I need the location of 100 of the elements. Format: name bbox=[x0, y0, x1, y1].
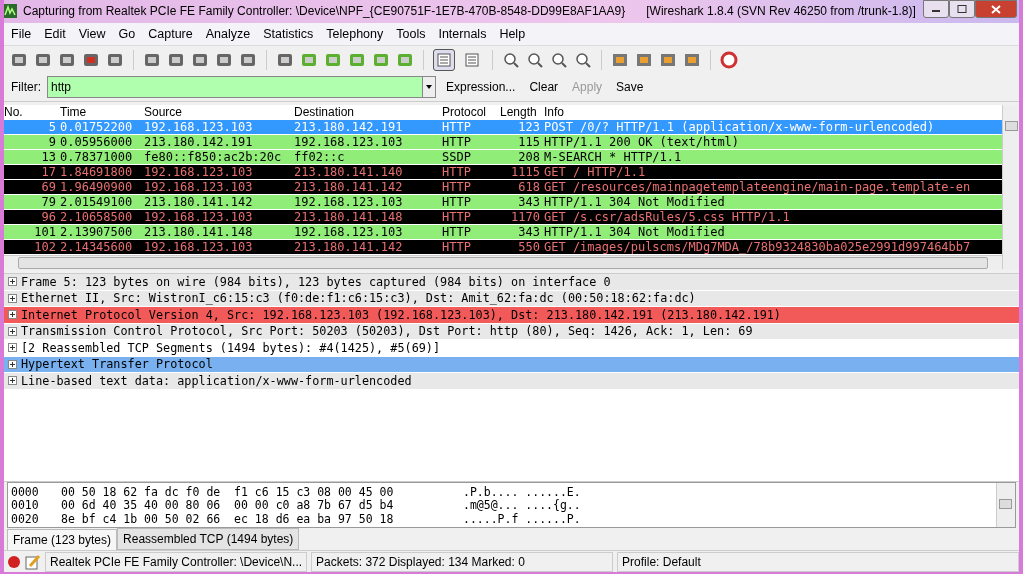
detail-row[interactable]: Internet Protocol Version 4, Src: 192.168.123.103 (192.168.123.103), Dst: 213.180.142.191 (213.180.142.191) bbox=[4, 307, 1019, 324]
table-cell-text: HTTP bbox=[442, 195, 472, 210]
column-header[interactable]: Length bbox=[500, 105, 540, 120]
table-cell-text: HTTP/1.1 304 Not Modified bbox=[543, 225, 725, 240]
window-title: Capturing from Realtek PCIe FE Family Controller: \Device\NPF_{CE90751F-1E7B-470B-8548-DD99E8AF1AA9} bbox=[23, 4, 626, 19]
table-cell-text: 1170 bbox=[510, 210, 540, 225]
table-cell-text: 213.180.142.191 bbox=[294, 120, 404, 135]
column-header[interactable]: Source bbox=[144, 105, 294, 120]
filter-action-button[interactable]: Save bbox=[616, 80, 644, 95]
expand-icon[interactable] bbox=[8, 310, 17, 320]
table-cell-text: 213.180.141.140 bbox=[294, 165, 404, 180]
column-header[interactable]: Destination bbox=[294, 105, 442, 120]
packet-row[interactable]: 9 0.05956000 213.180.142.191 192.168.123.103 HTTP 115 HTTP/1.1 200 OK (text/html) bbox=[4, 135, 1002, 151]
table-cell-text: GET /resources/mainpagetemplateengine/main-page.template-en bbox=[543, 180, 971, 195]
menu-item[interactable]: Capture bbox=[148, 26, 193, 41]
table-cell-text: 343 bbox=[517, 225, 540, 240]
detail-text: Ethernet II, Src: WistronI_c6:15:c3 (f0:de:f1:c6:15:c3), Dst: Amit_62:fa:dc (00:50:18:62:fa:dc) bbox=[21, 291, 696, 306]
menu-item[interactable]: View bbox=[78, 26, 106, 41]
expand-icon[interactable] bbox=[8, 293, 17, 303]
menu-item[interactable]: Help bbox=[499, 26, 526, 41]
byte-tab[interactable]: Frame (123 bytes) bbox=[7, 529, 118, 551]
expand-icon[interactable] bbox=[8, 277, 17, 287]
filter-action-button[interactable]: Expression... bbox=[446, 80, 516, 95]
help-icon[interactable] bbox=[720, 50, 738, 69]
packet-row[interactable]: 102 2.14345600 192.168.123.103 213.180.141.142 HTTP 550 GET /images/pulscms/MDg7MDA_/78b9324830ba025e2991d997464bb7 bbox=[4, 240, 1002, 256]
menu-item[interactable]: Edit bbox=[44, 26, 66, 41]
menu-item[interactable]: Internals bbox=[438, 26, 487, 41]
menu-item[interactable]: Telephony bbox=[326, 26, 384, 41]
table-cell-text: 213.180.141.148 bbox=[294, 210, 404, 225]
byte-tab[interactable]: Reassembled TCP (1494 bytes) bbox=[117, 528, 300, 551]
column-header[interactable]: No. bbox=[4, 105, 56, 120]
filter-action-button[interactable]: Clear bbox=[529, 80, 559, 95]
table-cell-text: 192.168.123.103 bbox=[144, 210, 254, 225]
profile-status[interactable]: Profile: Default bbox=[617, 551, 1019, 572]
table-cell-text: 0.01752200 bbox=[59, 120, 134, 135]
table-cell-text: HTTP bbox=[442, 165, 472, 180]
colorize-button[interactable] bbox=[433, 48, 455, 71]
menu-item[interactable]: Analyze bbox=[205, 26, 251, 41]
menu-item[interactable]: Tools bbox=[396, 26, 426, 41]
table-cell-text: M-SEARCH * HTTP/1.1 bbox=[543, 150, 682, 165]
maximize-button[interactable] bbox=[949, 0, 975, 18]
menu-item[interactable]: Go bbox=[118, 26, 136, 41]
packet-row[interactable]: 69 1.96490900 192.168.123.103 213.180.141.142 HTTP 618 GET /resources/mainpagetemplateengine/main-page.template-en bbox=[4, 180, 1002, 196]
ascii-text: .P.b.... ......E. bbox=[463, 484, 581, 499]
packet-row[interactable]: 17 1.84691800 192.168.123.103 213.180.141.140 HTTP 1115 GET / HTTP/1.1 bbox=[4, 165, 1002, 181]
detail-text: [2 Reassembled TCP Segments (1494 bytes): #4(1425), #5(69)] bbox=[21, 340, 441, 355]
hex-offset: 0010 bbox=[11, 498, 40, 512]
table-cell-text: 101 bbox=[33, 225, 56, 240]
expand-icon[interactable] bbox=[8, 376, 17, 386]
vertical-scrollbar[interactable] bbox=[1002, 105, 1019, 270]
hex-offset: 0000 bbox=[11, 484, 40, 499]
table-cell-text: HTTP bbox=[442, 240, 472, 255]
detail-row[interactable]: Frame 5: 123 bytes on wire (984 bits), 123 bytes captured (984 bits) on interface 0 bbox=[4, 274, 1019, 291]
table-cell-text: SSDP bbox=[442, 150, 472, 165]
zoom-reset-icon[interactable] bbox=[550, 50, 568, 69]
table-cell-text: 213.180.142.191 bbox=[144, 135, 254, 150]
menu-item[interactable]: File bbox=[11, 26, 32, 41]
table-cell-text: 343 bbox=[517, 195, 540, 210]
detail-text: Hypertext Transfer Protocol bbox=[21, 357, 213, 372]
table-cell-text: 192.168.123.103 bbox=[144, 120, 254, 135]
column-header[interactable]: Protocol bbox=[442, 105, 500, 120]
table-cell-text: HTTP bbox=[442, 120, 472, 135]
packet-row[interactable]: 96 2.10658500 192.168.123.103 213.180.141.148 HTTP 1170 GET /s.csr/adsRules/5.css HTTP/1.1 bbox=[4, 210, 1002, 226]
table-cell-text: 115 bbox=[517, 135, 540, 150]
table-cell-text: 69 bbox=[40, 180, 56, 195]
table-cell-text: 2.01549100 bbox=[59, 195, 134, 210]
column-header[interactable]: Info bbox=[540, 105, 564, 120]
packet-row[interactable]: 101 2.13907500 213.180.141.148 192.168.123.103 HTTP 343 HTTP/1.1 304 Not Modified bbox=[4, 225, 1002, 241]
horizontal-scrollbar[interactable] bbox=[4, 255, 1002, 271]
expand-icon[interactable] bbox=[8, 359, 17, 369]
detail-text: Frame 5: 123 bytes on wire (984 bits), 123 bytes captured (984 bits) on interface 0 bbox=[21, 274, 611, 289]
table-cell-text: 213.180.141.142 bbox=[294, 180, 404, 195]
vertical-scrollbar[interactable] bbox=[996, 482, 1015, 528]
table-cell-text: 213.180.141.142 bbox=[144, 195, 254, 210]
table-cell-text: 102 bbox=[33, 240, 56, 255]
table-cell-text: 192.168.123.103 bbox=[294, 195, 404, 210]
table-cell-text: GET /images/pulscms/MDg7MDA_/78b9324830ba025e2991d997464bb7 bbox=[543, 240, 971, 255]
filter-field[interactable]: http bbox=[47, 76, 436, 99]
maximize-icon bbox=[957, 5, 967, 13]
minimize-button[interactable] bbox=[923, 0, 949, 18]
table-cell-text: 192.168.123.103 bbox=[294, 225, 404, 240]
expand-icon[interactable] bbox=[8, 326, 17, 336]
detail-row[interactable]: Line-based text data: application/x-www-form-urlencoded bbox=[4, 373, 1019, 390]
dropdown-icon[interactable] bbox=[422, 77, 435, 98]
menu-item[interactable]: Statistics bbox=[263, 26, 314, 41]
table-cell-text: 2.14345600 bbox=[59, 240, 134, 255]
packet-row[interactable]: 79 2.01549100 213.180.141.142 192.168.123.103 HTTP 343 HTTP/1.1 304 Not Modified bbox=[4, 195, 1002, 211]
expand-icon[interactable] bbox=[8, 343, 17, 353]
table-cell-text: HTTP bbox=[442, 135, 472, 150]
zoom-out-icon[interactable] bbox=[526, 50, 544, 69]
hex-offset: 0020 bbox=[11, 511, 40, 526]
zoom-in-icon[interactable] bbox=[502, 50, 520, 69]
close-button[interactable] bbox=[975, 0, 1017, 18]
filter-label: Filter: bbox=[11, 80, 41, 95]
packet-row[interactable]: 13 0.78371000 fe80::f850:ac2b:20c ff02::c SSDP 208 M-SEARCH * HTTP/1.1 bbox=[4, 150, 1002, 166]
table-cell-text: 192.168.123.103 bbox=[144, 180, 254, 195]
table-cell-text: 192.168.123.103 bbox=[294, 135, 404, 150]
table-cell-text: 79 bbox=[40, 195, 56, 210]
version-text: [Wireshark 1.8.4 (SVN Rev 46250 from /trunk-1.8)] bbox=[646, 4, 916, 19]
column-header[interactable]: Time bbox=[56, 105, 144, 120]
